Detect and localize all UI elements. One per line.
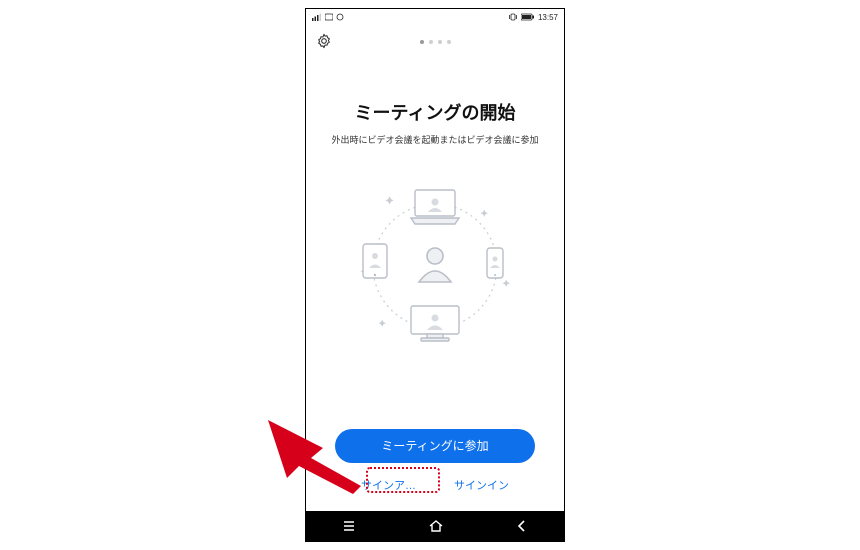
status-icon xyxy=(336,13,344,21)
page-subtitle: 外出時にビデオ会議を起動またはビデオ会議に参加 xyxy=(318,133,552,146)
menu-icon xyxy=(341,518,357,534)
phone-frame: 13:57 ミーティングの開始 外出時にビデオ会議を起動またはビデオ会議に参加 xyxy=(305,8,565,542)
join-meeting-button[interactable]: ミーティングに参加 xyxy=(335,429,535,463)
status-left xyxy=(312,13,344,21)
page-dot xyxy=(420,40,424,44)
page-title: ミーティングの開始 xyxy=(318,99,552,125)
hero-illustration xyxy=(345,172,525,352)
page-dot xyxy=(429,40,433,44)
battery-icon xyxy=(521,13,535,21)
page-dot xyxy=(447,40,451,44)
page-dot xyxy=(438,40,442,44)
vibrate-icon xyxy=(508,13,518,21)
hero: ミーティングの開始 外出時にビデオ会議を起動またはビデオ会議に参加 xyxy=(306,99,564,352)
nav-menu-button[interactable] xyxy=(341,518,357,534)
status-right: 13:57 xyxy=(508,13,558,22)
sign-in-link[interactable]: サインイン xyxy=(454,477,509,493)
home-icon xyxy=(428,518,444,534)
android-nav-bar xyxy=(306,511,564,541)
top-controls xyxy=(306,25,564,59)
gear-icon xyxy=(316,33,332,49)
actions: ミーティングに参加 サインア… サインイン xyxy=(306,429,564,493)
page-indicator xyxy=(420,40,451,44)
nav-back-button[interactable] xyxy=(515,519,529,533)
back-icon xyxy=(515,519,529,533)
status-bar: 13:57 xyxy=(306,9,564,25)
settings-button[interactable] xyxy=(316,33,332,49)
sign-up-link[interactable]: サインア… xyxy=(361,477,416,493)
nav-home-button[interactable] xyxy=(428,518,444,534)
auth-links: サインア… サインイン xyxy=(306,477,564,493)
status-icon xyxy=(325,13,333,21)
status-time: 13:57 xyxy=(538,13,558,22)
signal-icon xyxy=(312,13,322,21)
